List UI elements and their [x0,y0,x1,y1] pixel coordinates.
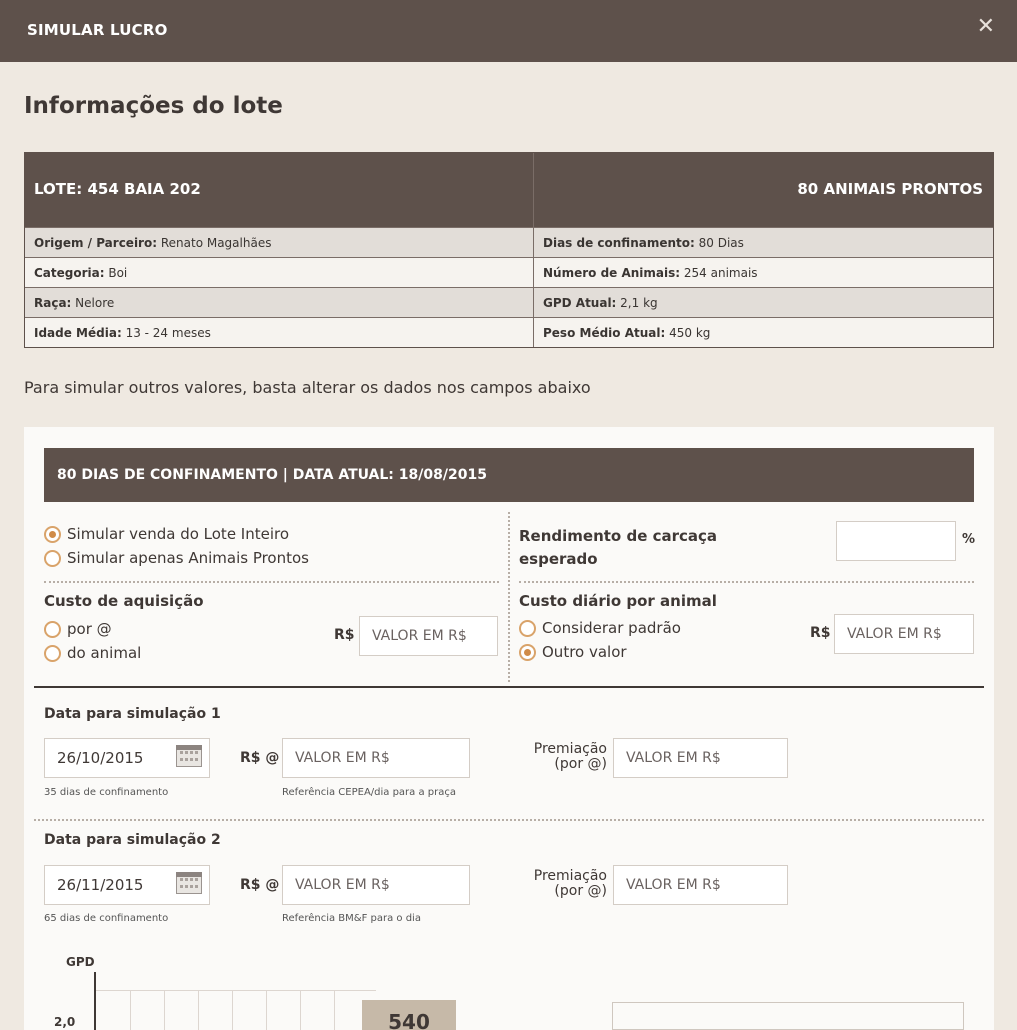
breed-value: Nelore [71,296,115,310]
daily-cost-label: Custo diário por animal [519,592,717,610]
lot-info-header: LOTE: 454 BAIA 202 80 ANIMAIS PRONTOS [25,153,993,227]
date2-label: Data para simulação 2 [44,832,221,848]
chart-y-tick: 2,0 [54,1015,76,1029]
divider [34,819,984,821]
origin-value: Renato Magalhães [157,236,272,250]
gpd-value: 2,1 kg [616,296,658,310]
radio-ready-only[interactable]: Simular apenas Animais Prontos [44,549,309,567]
simulation-header: 80 DIAS DE CONFINAMENTO | DATA ATUAL: 18… [44,448,974,502]
origin-label: Origem / Parceiro: [34,236,158,250]
currency-label: R$ [810,625,831,641]
breed-label: Raça: [34,296,72,310]
category-value: Boi [104,266,128,280]
date1-label: Data para simulação 1 [44,706,221,722]
lot-info-row: Idade Média: 13 - 24 meses Peso Médio At… [25,317,993,347]
acquisition-label: Custo de aquisição [44,592,204,610]
calendar-icon[interactable] [176,872,202,894]
date1-premium-input[interactable]: VALOR EM R$ [613,738,788,778]
lot-info-row: Categoria: Boi Número de Animais: 254 an… [25,257,993,287]
radio-unchecked-icon [519,619,536,637]
weight-label: Peso Médio Atual: [543,326,666,340]
modal-title: SIMULAR LUCRO [27,21,168,39]
result-box [612,1002,964,1030]
yield-input[interactable] [836,521,956,561]
lot-info-table: LOTE: 454 BAIA 202 80 ANIMAIS PRONTOS Or… [24,152,994,348]
radio-per-arroba[interactable]: por @ [44,620,112,638]
divider [44,581,499,583]
price-label: R$ @ [240,750,280,766]
gpd-label: GPD Atual: [543,296,617,310]
radio-per-animal[interactable]: do animal [44,644,141,662]
radio-other-cost[interactable]: Outro valor [519,643,627,661]
modal-titlebar: SIMULAR LUCRO ✕ [0,0,1017,62]
section-title: Informações do lote [24,93,283,119]
age-value: 13 - 24 meses [121,326,211,340]
currency-label: R$ [334,627,355,643]
divider [34,686,984,688]
calendar-icon[interactable] [176,745,202,767]
radio-label: do animal [67,644,142,662]
acquisition-value-input[interactable]: VALOR EM R$ [359,616,498,656]
weight-value: 450 kg [665,326,711,340]
simulation-panel: 80 DIAS DE CONFINAMENTO | DATA ATUAL: 18… [24,427,994,1030]
column-divider [508,512,510,682]
radio-label: Simular apenas Animais Prontos [67,549,309,567]
simulation-hint: Para simular outros valores, basta alter… [24,378,591,397]
date2-price-input[interactable]: VALOR EM R$ [282,865,470,905]
category-label: Categoria: [34,266,105,280]
date2-reference: Referência BM&F para o dia [282,913,421,924]
radio-label: por @ [67,620,112,638]
radio-whole-lot[interactable]: Simular venda do Lote Inteiro [44,525,289,543]
ready-animals: 80 ANIMAIS PRONTOS [797,180,983,198]
yield-unit: % [962,532,976,547]
lot-info-row: Origem / Parceiro: Renato Magalhães Dias… [25,227,993,257]
price-label: R$ @ [240,877,280,893]
animal-count-value: 254 animais [680,266,758,280]
yield-label: Rendimento de carcaça [519,527,718,545]
premium-label: Premiação (por @) [533,868,607,899]
lot-id: LOTE: 454 BAIA 202 [25,153,534,227]
days-value: 80 Dias [694,236,744,250]
close-icon[interactable]: ✕ [977,16,995,38]
lot-info-row: Raça: Nelore GPD Atual: 2,1 kg [25,287,993,317]
radio-unchecked-icon [44,620,61,638]
radio-checked-icon [44,525,61,543]
radio-default-cost[interactable]: Considerar padrão [519,619,681,637]
yield-label-2: esperado [519,550,598,568]
radio-label: Outro valor [542,643,627,661]
chart-y-label: GPD [66,955,95,969]
premium-label: Premiação (por @) [533,741,607,772]
chart-y-axis [94,972,96,1030]
chart-value-badge: 540 [362,1000,456,1030]
date1-reference: Referência CEPEA/dia para a praça [282,787,456,798]
radio-unchecked-icon [44,644,61,662]
radio-checked-icon [519,643,536,661]
date2-days: 65 dias de confinamento [44,913,169,924]
date2-premium-input[interactable]: VALOR EM R$ [613,865,788,905]
divider [519,581,974,583]
days-label: Dias de confinamento: [543,236,695,250]
date1-price-input[interactable]: VALOR EM R$ [282,738,470,778]
animal-count-label: Número de Animais: [543,266,681,280]
age-label: Idade Média: [34,326,122,340]
radio-label: Simular venda do Lote Inteiro [67,525,290,543]
radio-label: Considerar padrão [542,619,681,637]
daily-cost-input[interactable]: VALOR EM R$ [834,614,974,654]
date1-days: 35 dias de confinamento [44,787,169,798]
radio-unchecked-icon [44,549,61,567]
